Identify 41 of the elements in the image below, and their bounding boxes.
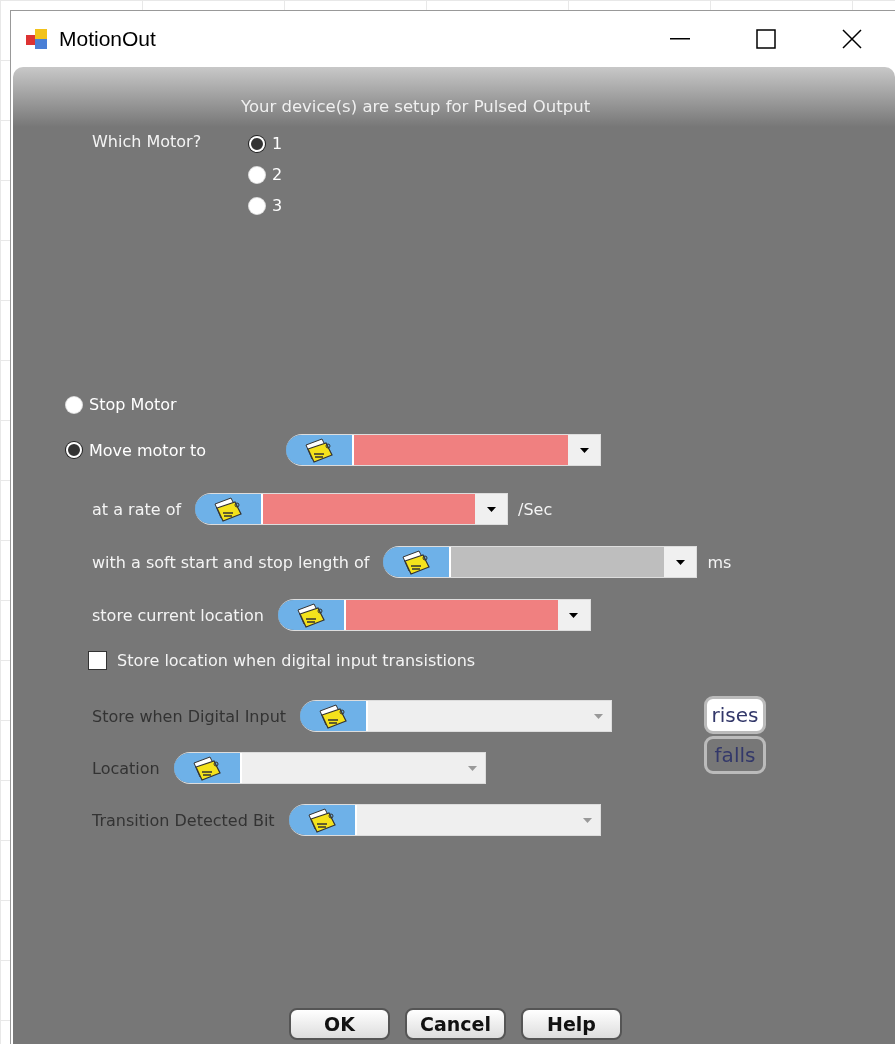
motor-radio[interactable]: 1 [249,134,283,153]
edge-toggle[interactable]: falls [704,736,766,774]
field-label: store current location [92,605,264,625]
caret-icon [594,713,604,719]
checkbox[interactable] [88,651,107,670]
caret-icon [569,612,579,618]
field-label: Location [92,758,160,778]
field-label: Store when Digital Input [92,706,287,726]
dialog-button[interactable]: Cancel [405,1008,506,1040]
action-radio[interactable]: Stop Motor [66,395,177,414]
action-radio[interactable]: Move motor to [66,440,286,460]
unit-label: ms [707,552,732,572]
app-icon [25,27,49,51]
dropdown[interactable] [195,493,509,525]
caret-icon [486,506,496,512]
motor-label: Which Motor? [92,132,203,153]
field-label: Transition Detected Bit [92,810,275,830]
dropdown[interactable] [300,700,613,732]
status-text: Your device(s) are setup for Pulsed Output [241,97,592,116]
motor-radio[interactable]: 2 [249,165,283,184]
edge-toggle[interactable]: rises [704,696,766,734]
field-label: at a rate of [92,499,182,519]
dropdown[interactable] [277,599,591,631]
window-title: MotionOut [59,27,157,51]
motor-radio[interactable]: 3 [249,196,283,215]
dropdown[interactable] [288,804,601,836]
checkbox-label: Store location when digital input transistions [117,651,476,670]
dialog-button[interactable]: Help [521,1008,622,1040]
dropdown[interactable] [173,752,486,784]
field-label: with a soft start and stop length of [92,552,370,572]
maximize-icon [756,29,776,49]
caret-icon [467,765,477,771]
dropdown[interactable] [286,434,601,466]
dialog-button[interactable]: OK [289,1008,390,1040]
unit-label: /Sec [518,499,553,519]
caret-icon [675,559,685,565]
minimize-icon [670,38,690,40]
caret-icon [579,447,589,453]
close-icon [842,29,862,49]
caret-icon [582,817,592,823]
dropdown[interactable] [383,546,698,578]
